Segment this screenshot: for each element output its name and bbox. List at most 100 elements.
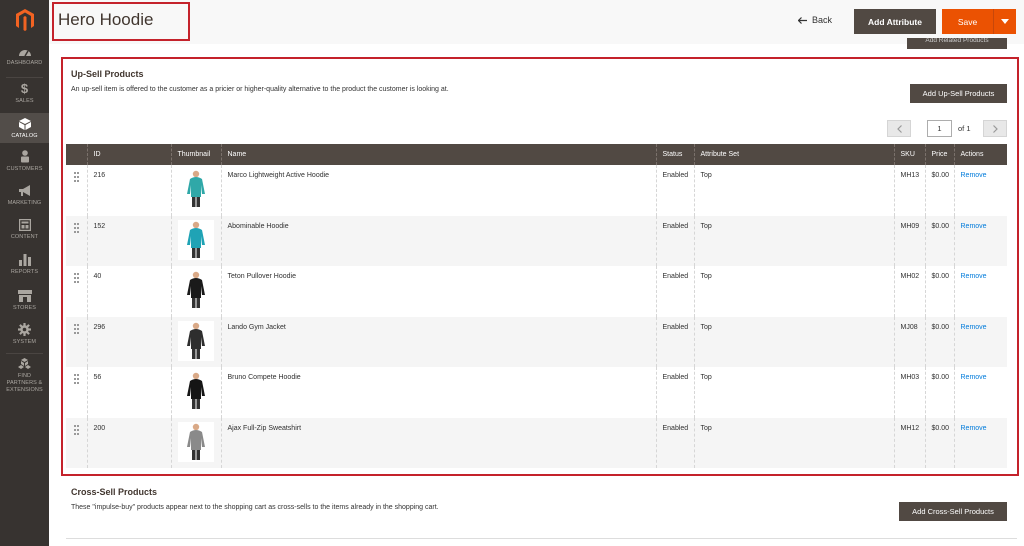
column-header-price[interactable]: Price: [924, 144, 954, 165]
column-header-attribute-set[interactable]: Attribute Set: [693, 144, 894, 165]
section-divider: [66, 538, 1017, 539]
sidebar-item-system[interactable]: SYSTEM: [0, 323, 49, 351]
dashboard-icon: [18, 50, 31, 57]
hoodie-thumbnail-icon: [186, 271, 205, 308]
cell-attribute-set: Top: [693, 266, 894, 317]
remove-link[interactable]: Remove: [961, 425, 987, 432]
add-crosssell-products-button[interactable]: Add Cross-Sell Products: [899, 502, 1007, 521]
cell-status: Enabled: [655, 417, 694, 468]
cell-thumbnail: [170, 266, 221, 317]
remove-link[interactable]: Remove: [961, 273, 987, 280]
back-button[interactable]: Back: [798, 15, 832, 25]
box-icon: [18, 118, 31, 130]
cell-name: Abominable Hoodie: [220, 215, 656, 266]
sidebar-item-customers[interactable]: CUSTOMERS: [0, 150, 49, 178]
sidebar-item-label: SYSTEM: [12, 339, 37, 345]
cell-actions: Remove: [953, 165, 1007, 216]
column-header-sku[interactable]: SKU: [893, 144, 925, 165]
sidebar-item-label: CUSTOMERS: [6, 166, 43, 172]
cell-thumbnail: [170, 165, 221, 216]
app-root: DASHBOARD $ SALES CATALOG CUSTOMERS MARK…: [0, 0, 1024, 546]
drag-handle-cell[interactable]: [66, 417, 87, 468]
arrow-left-icon: [798, 16, 807, 24]
remove-link[interactable]: Remove: [961, 223, 987, 230]
magento-logo-icon: [15, 9, 34, 31]
person-icon: [20, 150, 29, 163]
pager-total-label: of 1: [958, 124, 971, 133]
table-row: 40 Teton Pullover Hoodie Enabled Top MH02 $0.…: [66, 266, 1007, 317]
sidebar-item-label: CONTENT: [10, 234, 39, 240]
sidebar-item-dashboard[interactable]: DASHBOARD: [0, 46, 49, 74]
chevron-right-icon: [992, 124, 998, 133]
upsell-section-title: Up-Sell Products: [71, 69, 144, 79]
product-thumbnail: [177, 169, 214, 209]
remove-link[interactable]: Remove: [961, 172, 987, 179]
sidebar-item-catalog[interactable]: CATALOG: [0, 113, 49, 143]
cubes-icon: [18, 358, 31, 369]
pager-page-input[interactable]: [927, 120, 952, 137]
column-header-id[interactable]: ID: [86, 144, 171, 165]
cell-attribute-set: Top: [693, 165, 894, 216]
sidebar-item-sales[interactable]: $ SALES: [0, 82, 49, 110]
cell-id: 40: [86, 266, 171, 317]
drag-handle-cell[interactable]: [66, 266, 87, 317]
cell-actions: Remove: [953, 316, 1007, 367]
drag-handle-icon: [74, 323, 79, 334]
sidebar-item-reports[interactable]: REPORTS: [0, 254, 49, 282]
crosssell-section-title: Cross-Sell Products: [71, 487, 158, 497]
cell-actions: Remove: [953, 367, 1007, 418]
cell-attribute-set: Top: [693, 316, 894, 367]
cell-name: Teton Pullover Hoodie: [220, 266, 656, 317]
gear-icon: [18, 323, 31, 336]
column-header-name[interactable]: Name: [220, 144, 656, 165]
hoodie-thumbnail-icon: [186, 423, 205, 460]
add-attribute-button[interactable]: Add Attribute: [854, 9, 936, 34]
cell-id: 152: [86, 215, 171, 266]
cell-price: $0.00: [924, 316, 954, 367]
remove-link[interactable]: Remove: [961, 324, 987, 331]
cell-id: 56: [86, 367, 171, 418]
cell-price: $0.00: [924, 266, 954, 317]
save-button[interactable]: Save: [942, 9, 993, 34]
magento-logo[interactable]: [0, 0, 49, 40]
sidebar-item-label: REPORTS: [10, 269, 39, 275]
drag-handle-cell[interactable]: [66, 165, 87, 216]
cell-status: Enabled: [655, 367, 694, 418]
title-highlight-box: [52, 2, 190, 41]
drag-handle-cell[interactable]: [66, 367, 87, 418]
remove-link[interactable]: Remove: [961, 374, 987, 381]
save-dropdown-toggle[interactable]: [993, 9, 1016, 34]
sidebar-item-label: CATALOG: [11, 133, 38, 139]
drag-handle-cell[interactable]: [66, 316, 87, 367]
cell-actions: Remove: [953, 266, 1007, 317]
product-thumbnail: [177, 371, 214, 411]
cell-price: $0.00: [924, 417, 954, 468]
sidebar-item-content[interactable]: CONTENT: [0, 219, 49, 247]
caret-down-icon: [1001, 19, 1009, 24]
layout-icon: [18, 219, 31, 231]
product-thumbnail: [177, 270, 214, 310]
sidebar-divider: [6, 77, 43, 78]
cell-sku: MH02: [893, 266, 925, 317]
hoodie-thumbnail-icon: [186, 170, 205, 207]
column-header-status[interactable]: Status: [655, 144, 694, 165]
table-row: 200 Ajax Full-Zip Sweatshirt Enabled Top MH1…: [66, 417, 1007, 468]
table-row: 296 Lando Gym Jacket Enabled Top MJ08 $0.00 Re…: [66, 316, 1007, 367]
add-upsell-products-button[interactable]: Add Up-Sell Products: [910, 84, 1007, 103]
sidebar-item-stores[interactable]: STORES: [0, 290, 49, 318]
pager-next-button[interactable]: [983, 120, 1007, 137]
cell-thumbnail: [170, 367, 221, 418]
cell-status: Enabled: [655, 215, 694, 266]
drag-handle-icon: [74, 273, 79, 283]
cell-name: Ajax Full-Zip Sweatshirt: [220, 417, 656, 468]
cell-thumbnail: [170, 215, 221, 266]
cell-id: 216: [86, 165, 171, 216]
cell-sku: MJ08: [893, 316, 925, 367]
drag-handle-cell[interactable]: [66, 215, 87, 266]
cell-attribute-set: Top: [693, 215, 894, 266]
pager-previous-button[interactable]: [887, 120, 911, 137]
megaphone-icon: [18, 185, 30, 196]
sidebar-item-marketing[interactable]: MARKETING: [0, 185, 49, 213]
sidebar-item-find-partners[interactable]: FIND PARTNERS & EXTENSIONS: [0, 358, 49, 398]
add-related-products-button[interactable]: Add Related Products: [907, 38, 1007, 49]
